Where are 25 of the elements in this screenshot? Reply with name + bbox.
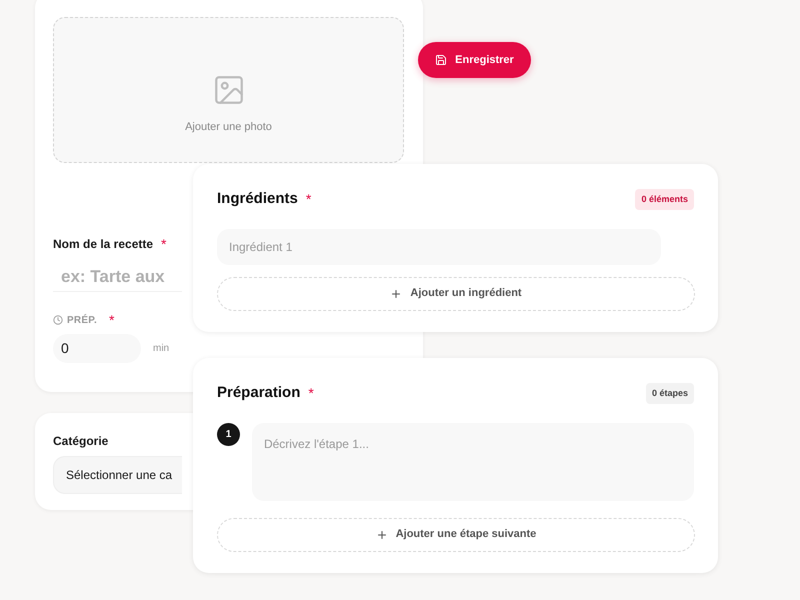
unit-label: min: [153, 342, 170, 356]
required-mark: *: [108, 311, 114, 330]
required-mark: *: [306, 190, 312, 210]
clock-icon: [53, 315, 63, 325]
add-step-button[interactable]: Ajouter une étape suivante: [217, 518, 695, 552]
field-label: Nom de la recette: [53, 236, 154, 253]
field-label: Catégorie: [53, 433, 108, 450]
count-badge: 0 éléments: [635, 188, 694, 210]
category-select[interactable]: Sélectionner une ca: [53, 456, 182, 494]
section-title: Préparation: [217, 383, 300, 403]
plus-icon: [376, 528, 388, 540]
field-label: PRÉP.: [67, 313, 97, 328]
plus-icon: [390, 288, 402, 300]
save-button[interactable]: Enregistrer: [418, 42, 531, 78]
prep-time-field[interactable]: 0: [53, 334, 141, 363]
add-ingredient-button[interactable]: Ajouter un ingrédient: [217, 276, 695, 310]
count-badge: 0 étapes: [646, 382, 694, 404]
required-mark: *: [308, 384, 314, 404]
section-title: Ingrédients: [217, 189, 298, 209]
save-icon: [435, 54, 448, 66]
ingredient-field[interactable]: Ingrédient 1: [217, 228, 661, 264]
required-mark: *: [161, 235, 166, 254]
step-number: 1: [217, 422, 240, 446]
step-field[interactable]: Décrivez l'étape 1...: [252, 422, 694, 500]
photo-label: Ajouter une photo: [185, 120, 272, 135]
